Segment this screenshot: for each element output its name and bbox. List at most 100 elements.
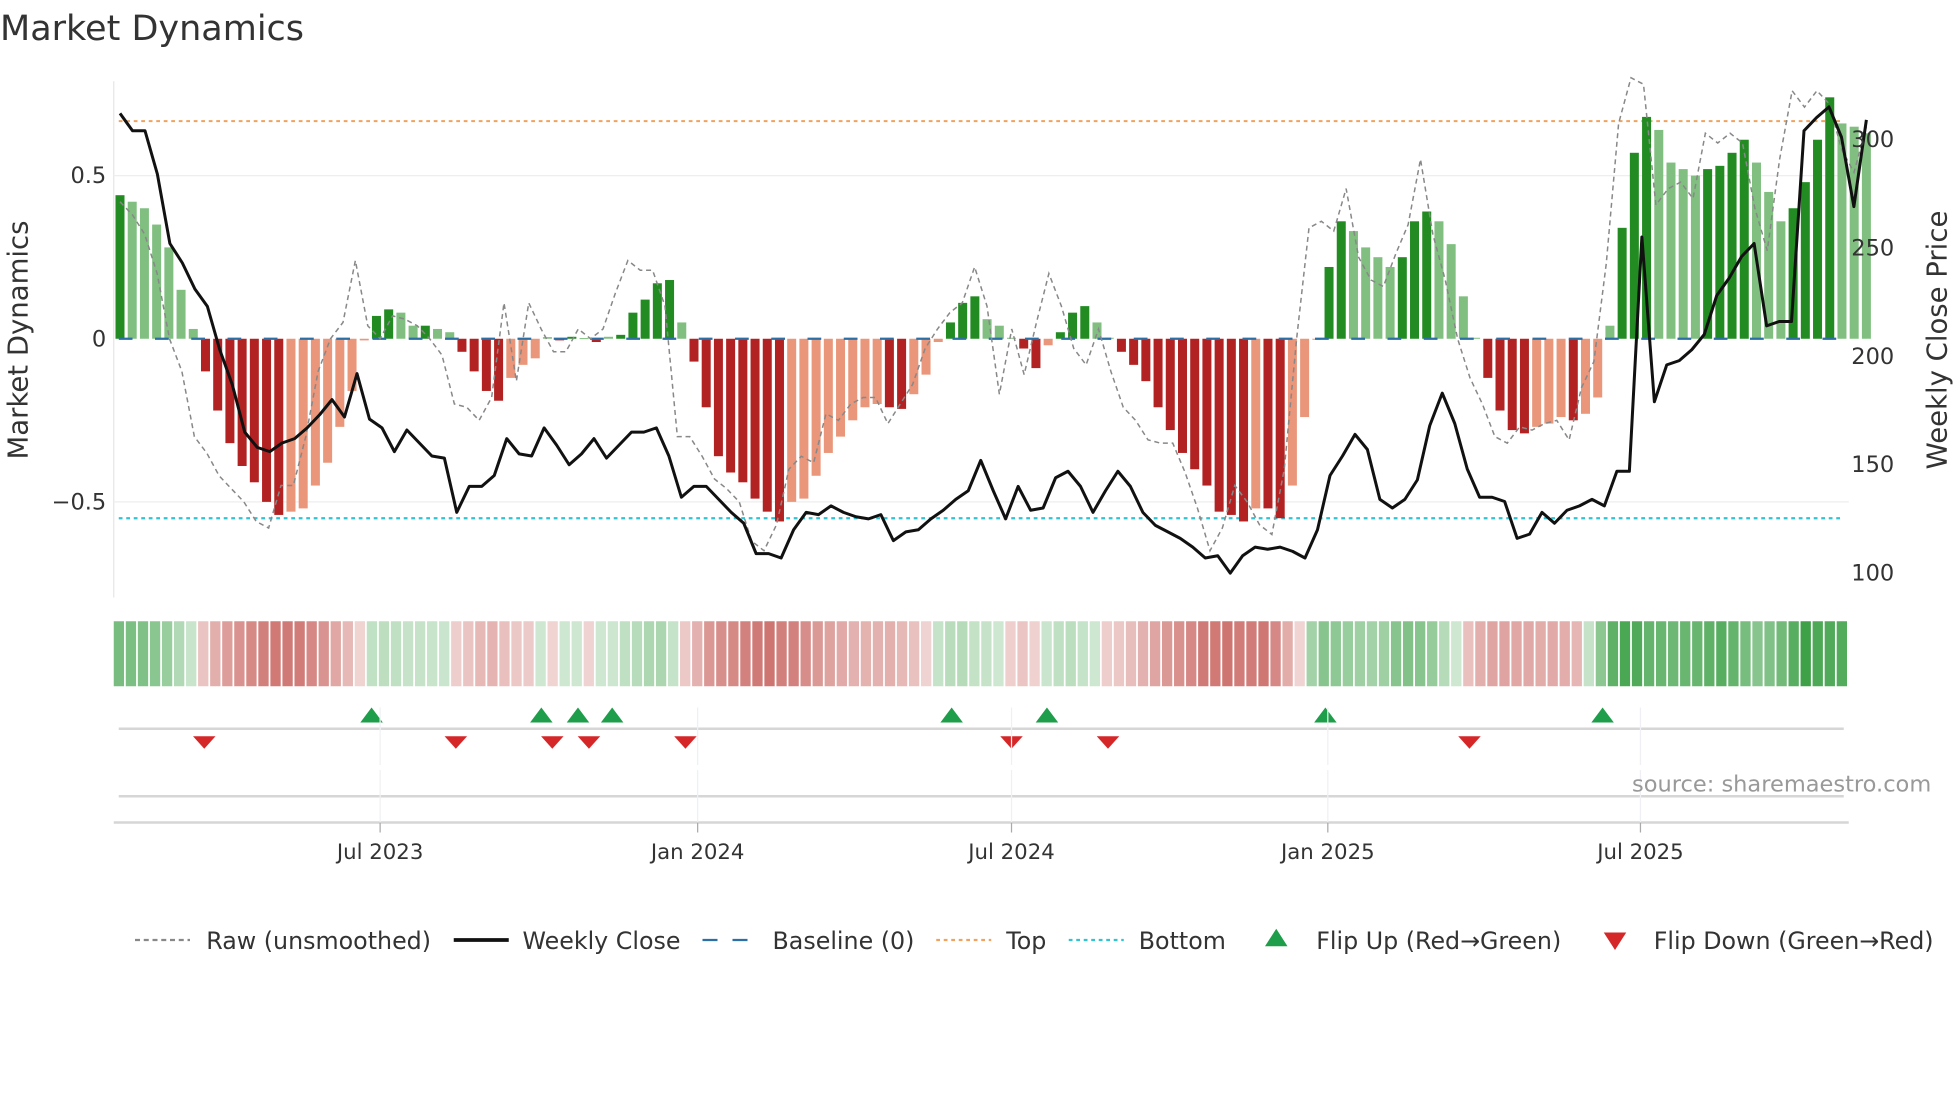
heat-cell	[173, 621, 185, 687]
right-tick-label: 200	[1851, 344, 1894, 370]
heat-cell	[535, 621, 546, 687]
flip-markers	[113, 707, 1849, 824]
heat-cell	[1427, 621, 1438, 687]
dynamics-bar	[396, 312, 406, 339]
heat-cell	[716, 621, 727, 687]
heat-cell	[1354, 621, 1366, 687]
dynamics-bar	[884, 338, 894, 408]
heat-cell	[619, 621, 631, 687]
legend-label: Top	[1005, 927, 1046, 955]
heat-cell	[318, 621, 329, 687]
heat-cell	[1041, 621, 1052, 687]
heat-cell	[451, 621, 462, 687]
heat-cell	[740, 621, 751, 687]
dynamics-bar	[640, 299, 650, 339]
dynamics-bar	[713, 338, 723, 457]
dynamics-bar	[1397, 257, 1407, 339]
heat-cell	[957, 621, 968, 687]
dynamics-bar	[1348, 231, 1358, 339]
heat-cell	[1680, 621, 1691, 687]
dynamics-bar	[994, 325, 1004, 339]
dynamics-bar	[701, 338, 711, 408]
dynamics-bar	[1434, 221, 1444, 339]
dynamics-bar	[823, 338, 833, 453]
dynamics-bar	[1458, 296, 1468, 339]
heat-cell	[125, 621, 137, 687]
dynamics-bar	[1568, 338, 1578, 421]
flip-down-marker	[674, 736, 697, 749]
heat-cell	[1270, 621, 1281, 687]
heat-cell	[884, 621, 896, 687]
right-tick-label: 150	[1851, 452, 1894, 478]
x-tick-label: Jul 2023	[335, 840, 423, 865]
heat-cell	[1559, 621, 1570, 687]
heat-cell	[788, 621, 799, 687]
dynamics-bar	[1263, 338, 1273, 509]
right-axis-label: Weekly Close Price	[1921, 211, 1953, 470]
dynamics-bar	[762, 338, 772, 512]
dynamics-bar	[787, 338, 797, 502]
heat-cell	[571, 621, 582, 687]
source-label: source: sharemaestro.com	[1632, 771, 1931, 797]
heat-cell	[294, 621, 305, 687]
heat-cell	[631, 621, 643, 687]
dynamics-bar	[1153, 338, 1163, 408]
heat-cell	[1101, 621, 1113, 687]
dynamics-bar	[665, 280, 675, 339]
dynamics-bar	[1605, 325, 1615, 339]
heat-cell	[595, 621, 606, 687]
dynamics-bar	[1068, 312, 1078, 339]
dynamics-bar	[457, 338, 467, 352]
heat-cell	[511, 621, 522, 687]
legend-label: Flip Up (Red→Green)	[1316, 927, 1561, 955]
heat-cell	[800, 621, 811, 687]
dynamics-bar	[1654, 129, 1664, 339]
dynamics-bar	[872, 338, 882, 405]
heat-cell	[1776, 621, 1787, 687]
dynamics-bar	[628, 312, 638, 339]
heat-cell	[1390, 621, 1402, 687]
heat-cell	[1631, 621, 1643, 687]
heat-cell	[1824, 621, 1835, 687]
heat-cell	[981, 621, 992, 687]
dynamics-bar	[1214, 338, 1224, 512]
heat-cell	[1619, 621, 1631, 687]
dynamics-bar	[738, 338, 748, 483]
x-tick-label: Jul 2024	[966, 840, 1054, 865]
x-tick-label: Jan 2025	[1279, 840, 1375, 865]
market-dynamics-chart: Market Dynamics 0.5 0 −0.5 100 150 200 250 300…	[0, 9, 1953, 955]
dynamics-bar	[1532, 338, 1542, 427]
dynamics-bar	[433, 328, 443, 339]
heat-cell	[427, 621, 438, 687]
heat-cell	[439, 621, 450, 687]
dynamics-bar	[371, 315, 381, 339]
heat-cell	[1595, 621, 1607, 687]
heat-cell	[463, 621, 474, 687]
weekly-close-line	[118, 105, 1868, 575]
dynamics-bar	[1507, 338, 1517, 431]
heat-cell	[1137, 621, 1149, 687]
heat-cell	[1149, 621, 1161, 687]
dynamics-bar	[1336, 221, 1346, 339]
dynamics-bar	[359, 338, 369, 341]
dynamics-bar	[1825, 97, 1835, 339]
heat-cell	[993, 621, 1004, 687]
dynamics-bar	[579, 338, 589, 340]
heat-cell	[270, 621, 281, 687]
legend-label: Baseline (0)	[773, 927, 915, 955]
heat-cell	[1294, 621, 1305, 687]
heat-cell	[1065, 621, 1076, 687]
dynamics-bar	[176, 289, 186, 339]
dynamics-bar	[726, 338, 736, 473]
legend-label: Flip Down (Green→Red)	[1654, 927, 1934, 955]
dynamics-bar	[1593, 338, 1603, 398]
flip-down-marker	[1096, 736, 1120, 749]
legend-label: Weekly Close	[523, 927, 681, 955]
heat-cell	[1089, 621, 1100, 687]
heat-cell	[583, 621, 594, 687]
dynamics-bar	[127, 201, 137, 339]
heat-cell	[390, 621, 402, 687]
heat-cell	[354, 621, 366, 687]
heat-cell	[1258, 621, 1269, 687]
heat-cell	[1812, 621, 1823, 687]
